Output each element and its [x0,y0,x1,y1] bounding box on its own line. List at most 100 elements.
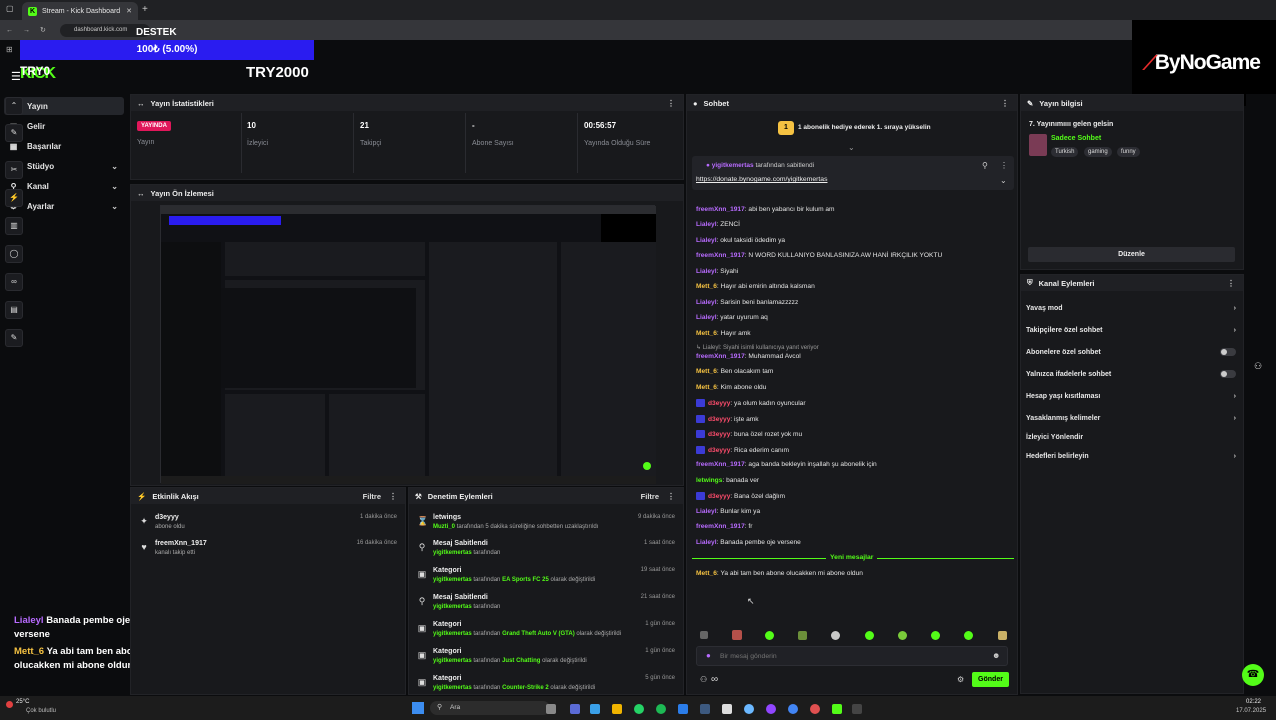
more-options-icon[interactable]: ⋮ [667,99,675,108]
filter-button[interactable]: Filtre [363,492,381,501]
windows-start-icon[interactable] [412,702,424,714]
chat-user[interactable]: Mett_6 [696,330,717,337]
emote-icon[interactable] [700,631,708,639]
channel-action-followers-only[interactable]: Takipçilere özel sohbet › [1026,327,1238,334]
chat-user[interactable]: Lialeyl [696,314,717,321]
emote-icon[interactable] [964,631,973,640]
reload-icon[interactable]: ↻ [40,26,46,34]
subscribers-only-toggle[interactable] [1220,348,1236,356]
chat-user[interactable]: d3eyyy [708,447,730,454]
apps-icon[interactable]: ⊞ [6,45,13,54]
obs-icon[interactable] [852,704,862,714]
weather-temp[interactable]: 25°C [16,699,29,705]
app-icon[interactable] [832,704,842,714]
expand-icon[interactable]: ⌄ [1000,176,1007,185]
chat-user[interactable]: freemXnn_1917 [696,206,745,213]
teams-icon[interactable] [570,704,580,714]
chat-icon[interactable]: ◯ [5,245,23,263]
more-options-icon[interactable]: ⋮ [1227,279,1235,288]
chat-user[interactable]: freemXnn_1917 [696,252,745,259]
emote-icon[interactable] [898,631,907,640]
activity-user[interactable]: freemXnn_1917 [155,540,207,547]
chevron-down-icon[interactable]: ⌄ [848,143,855,152]
infinity-icon[interactable]: ∞ [5,273,23,291]
edit-button[interactable]: Düzenle [1028,247,1235,262]
moderation-actor[interactable]: yigitkemertas [433,604,472,610]
moderation-actor[interactable]: yigitkemertas [433,550,472,556]
trash-icon[interactable]: ▥ [5,217,23,235]
pencil-icon[interactable]: ✎ [5,124,23,142]
clock-time[interactable]: 02:22 [1246,699,1261,705]
moderation-actor[interactable]: Muzti_0 [433,524,455,530]
chat-user[interactable]: Lialeyl [696,237,717,244]
clip-icon[interactable]: ✂ [5,161,23,179]
spotify-icon[interactable] [656,704,666,714]
stream-category[interactable]: Sadece Sohbet [1051,135,1101,142]
send-button[interactable]: Gönder [972,672,1009,687]
moderation-actor[interactable]: yigitkemertas [433,658,472,664]
channel-action-account-age[interactable]: Hesap yaşı kısıtlaması › [1026,393,1238,400]
chat-user[interactable]: Mett_6 [696,368,717,375]
moderation-actor[interactable]: yigitkemertas [433,685,472,691]
chat-user[interactable]: d3eyyy [708,416,730,423]
chat-input[interactable] [720,650,980,662]
more-options-icon[interactable]: ⋮ [1000,161,1008,170]
emote-icon[interactable] [998,631,1007,640]
pinned-user[interactable]: yigitkemertas [712,162,754,169]
back-icon[interactable]: ← [6,27,13,34]
pin-icon[interactable]: ⚲ [982,161,988,170]
chat-user[interactable]: Mett_6 [696,384,717,391]
chat-user[interactable]: freemXnn_1917 [696,461,745,468]
filter-button[interactable]: Filtre [641,492,659,501]
emoji-icon[interactable]: ☻ [992,651,1000,660]
emote-icon[interactable] [931,631,940,640]
emote-icon[interactable] [765,631,774,640]
bolt-icon[interactable]: ⚡ [5,189,23,207]
chat-user[interactable]: Mett_6 [696,283,717,290]
chat-user[interactable]: freemXnn_1917 [696,353,745,360]
channel-action-banned-words[interactable]: Yasaklanmış kelimeler › [1026,415,1238,422]
collapse-icon[interactable]: ⌃ [5,97,23,115]
channel-action-host[interactable]: İzleyici Yönlendir [1026,434,1238,441]
tab-list-icon[interactable]: ▢ [6,4,14,13]
app-icon[interactable] [700,704,710,714]
new-tab-icon[interactable]: + [142,4,148,15]
chat-user[interactable]: letwings [696,477,722,484]
more-options-icon[interactable]: ⋮ [1001,99,1009,108]
tab-kick-dashboard[interactable]: K Stream - Kick Dashboard ✕ [22,2,138,20]
chat-user[interactable]: Lialeyl [696,508,717,515]
app-icon[interactable] [722,704,732,714]
more-options-icon[interactable]: ⋮ [667,492,675,501]
chrome-icon[interactable] [788,704,798,714]
channel-action-slow-mode[interactable]: Yavaş mod › [1026,305,1238,312]
emotes-only-toggle[interactable] [1220,370,1236,378]
users-icon[interactable]: ⚇ [1254,361,1262,372]
app-icon[interactable] [744,704,754,714]
chat-user[interactable]: Lialeyl [696,268,717,275]
emote-icon[interactable] [865,631,874,640]
wrench-icon[interactable]: ✎ [5,329,23,347]
activity-user[interactable]: d3eyyy [155,514,179,521]
taskbar-search[interactable] [430,701,550,715]
chat-user[interactable]: Lialeyl [696,539,717,546]
chat-user[interactable]: Lialeyl [696,299,717,306]
gear-icon[interactable]: ⚙ [957,675,964,684]
whatsapp-icon[interactable] [634,704,644,714]
moderation-actor[interactable]: yigitkemertas [433,577,472,583]
explorer-icon[interactable] [612,704,622,714]
chat-user[interactable]: d3eyyy [708,431,730,438]
app-icon[interactable] [810,704,820,714]
chat-user[interactable]: Lialeyl [696,221,717,228]
users-icon[interactable]: ⚇ [700,675,707,684]
forward-icon[interactable]: → [23,27,30,34]
task-view-icon[interactable] [546,704,556,714]
discord-icon[interactable] [766,704,776,714]
moderation-actor[interactable]: yigitkemertas [433,631,472,637]
emote-icon[interactable] [831,631,840,640]
emote-icon[interactable] [732,630,742,640]
chat-user[interactable]: d3eyyy [708,400,730,407]
close-tab-icon[interactable]: ✕ [126,7,132,15]
stream-preview-video[interactable] [160,205,656,484]
support-chat-icon[interactable]: ☎ [1242,664,1264,686]
edge-icon[interactable] [590,704,600,714]
